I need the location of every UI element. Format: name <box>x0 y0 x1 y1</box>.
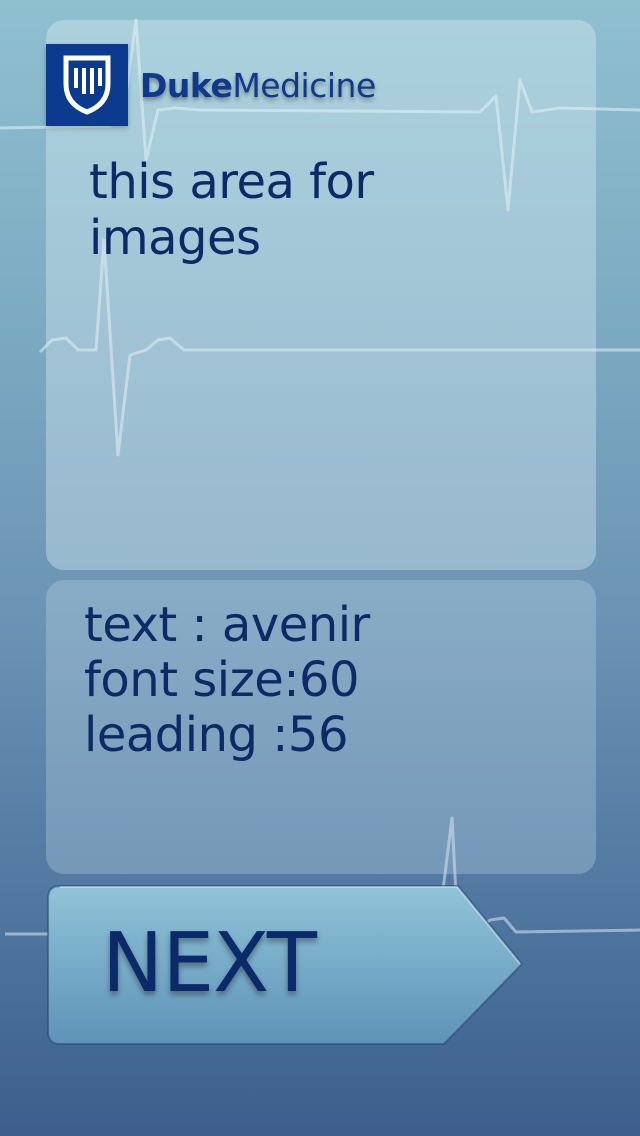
font-spec-text: text : avenir font size:60 leading :56 <box>84 598 370 763</box>
brand-name-bold: Duke <box>140 65 233 105</box>
duke-chapel-shield-icon <box>46 44 128 126</box>
image-area-placeholder: this area for images <box>89 154 429 266</box>
font-spec-line-leading: leading :56 <box>84 707 348 763</box>
font-spec-line-size: font size:60 <box>84 652 360 708</box>
placeholder-text: this area for images <box>89 154 374 266</box>
font-spec-line-family: text : avenir <box>84 597 370 653</box>
next-button-label: NEXT <box>102 916 317 1011</box>
brand-name-regular: Medicine <box>232 65 376 105</box>
duke-medicine-logo: DukeMedicine <box>46 44 376 126</box>
next-button[interactable]: NEXT <box>46 884 526 1048</box>
brand-wordmark: DukeMedicine <box>140 66 376 105</box>
